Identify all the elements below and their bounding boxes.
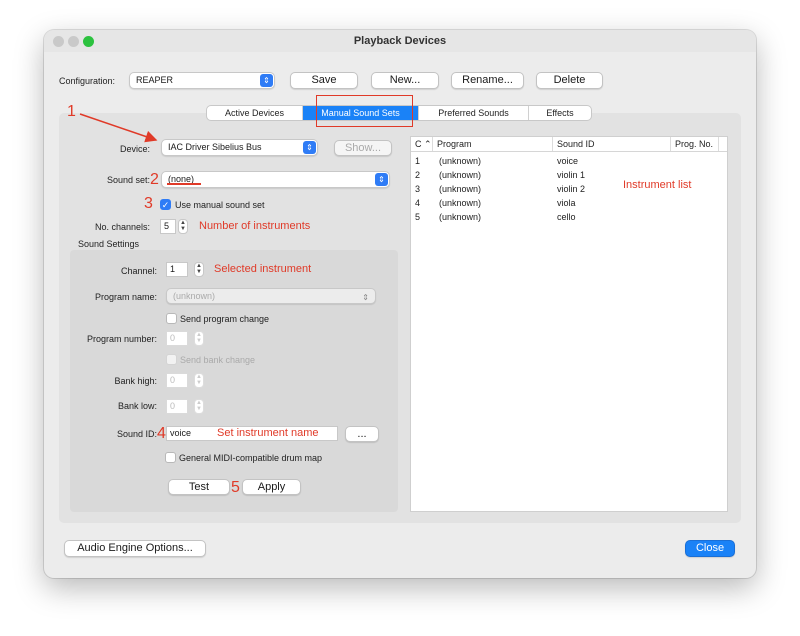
annotation-number-4: 4 bbox=[157, 425, 166, 442]
annotation-instrument-list: Instrument list bbox=[623, 179, 692, 191]
annotation-number-2: 2 bbox=[150, 171, 159, 188]
annotation-overlay bbox=[79, 113, 158, 143]
annotation-number-5: 5 bbox=[231, 479, 240, 496]
annotation-selected-instrument: Selected instrument bbox=[214, 263, 312, 275]
annotation-set-instrument-name: Set instrument name bbox=[217, 427, 319, 439]
annotation-arrow bbox=[79, 113, 158, 143]
annotation-number-of-instruments: Number of instruments bbox=[199, 220, 311, 232]
annotation-number-1: 1 bbox=[67, 103, 76, 120]
annotation-number-3: 3 bbox=[144, 195, 153, 212]
